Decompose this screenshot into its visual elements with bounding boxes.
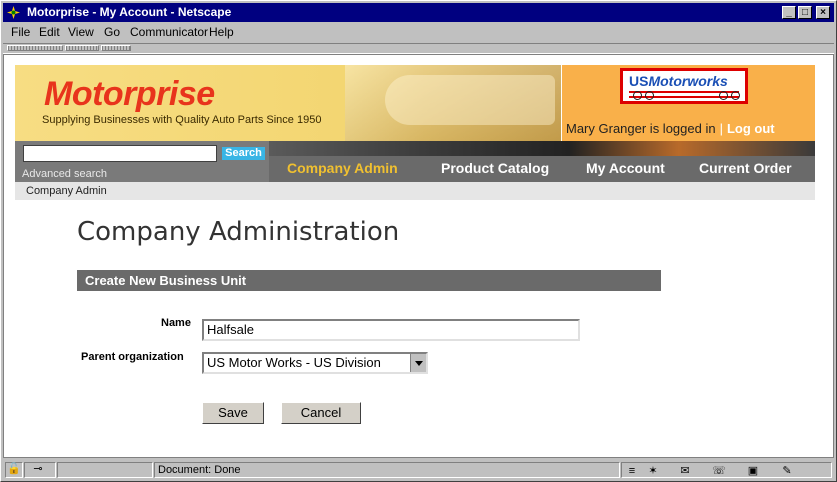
partner-logo: USMotorworks [620,68,748,104]
navigation-toolbar-grip[interactable] [7,45,63,51]
search-panel: Search Advanced search [15,141,269,182]
menu-view[interactable]: View [68,25,94,39]
account-banner: USMotorworks Mary Granger is logged in | L… [562,65,815,141]
progress-box [57,462,153,478]
save-button[interactable]: Save [202,402,264,424]
search-input[interactable] [23,145,217,162]
status-text-box: Document: Done [154,462,620,478]
parent-organization-label: Parent organization [81,351,184,363]
wheel-icon [645,91,654,100]
brand-banner: Motorprise Supplying Businesses with Qua… [15,65,561,141]
lock-icon: 🔓 [7,463,21,475]
netscape-icon [6,5,21,20]
nav-photo-strip [269,141,815,156]
section-header: Create New Business Unit [77,270,661,291]
wheel-icon [633,91,642,100]
plug-icon: ⊸ [33,463,43,475]
location-toolbar-grip[interactable] [65,45,99,51]
partner-logo-text: USMotorworks [629,73,728,89]
nav-current-order[interactable]: Current Order [699,160,792,176]
wheel-icon [719,91,728,100]
close-icon: × [820,7,826,18]
toolbar-grips [3,43,834,54]
navigator-icon[interactable]: ✶ [646,465,660,478]
site-header: Motorprise Supplying Businesses with Qua… [15,65,815,141]
nav-product-catalog[interactable]: Product Catalog [441,160,549,176]
menu-edit[interactable]: Edit [39,25,60,39]
window-title: Motorprise - My Account - Netscape [27,5,232,19]
page-title: Company Administration [77,217,400,247]
menu-bar: File Edit View Go Communicator Help [3,23,834,42]
menu-file[interactable]: File [11,25,30,39]
browser-window: Motorprise - My Account - Netscape _ □ ×… [0,0,837,482]
wheel-icon [731,91,740,100]
title-bar: Motorprise - My Account - Netscape _ □ × [3,3,834,22]
parent-organization-value: US Motor Works - US Division [207,355,381,370]
menu-communicator[interactable]: Communicator [130,25,208,39]
breadcrumb-company-admin[interactable]: Company Admin [26,185,107,197]
cancel-button[interactable]: Cancel [281,402,361,424]
section-title: Create New Business Unit [85,273,247,288]
main-nav: Company Admin Product Catalog My Account… [269,141,815,182]
breadcrumb: Company Admin [15,182,815,200]
partner-logo-us: US [629,73,649,89]
address-book-icon[interactable]: ▣ [746,465,760,478]
nav-company-admin[interactable]: Company Admin [287,160,398,176]
logout-link[interactable]: Log out [727,121,775,136]
chevron-down-icon[interactable] [410,354,426,372]
brand-logo[interactable]: Motorprise [44,75,215,114]
name-label: Name [161,317,191,329]
minimize-icon: _ [786,7,792,18]
component-bar: ≡ ✶ ✉ ☏ ▣ ✎ [621,462,832,478]
menu-go[interactable]: Go [104,25,120,39]
status-text: Document: Done [158,464,241,476]
status-bar: 🔓 ⊸ Document: Done ≡ ✶ ✉ ☏ ▣ ✎ [3,461,834,480]
user-status: Mary Granger is logged in [566,121,716,136]
navigation-row: Search Advanced search Company Admin Pro… [15,141,815,182]
mailbox-icon[interactable]: ✉ [678,465,692,478]
maximize-icon: □ [801,7,809,18]
minimize-button[interactable]: _ [782,6,796,19]
login-status: Mary Granger is logged in | Log out [566,121,775,136]
partner-logo-motorworks: Motorworks [648,73,728,89]
status-separator: | [719,121,723,136]
car-photo [345,65,561,141]
search-button[interactable]: Search [222,147,265,160]
close-button[interactable]: × [816,6,830,19]
connection-box: ⊸ [24,462,56,478]
security-box[interactable]: 🔓 [5,462,23,478]
nav-my-account[interactable]: My Account [586,160,665,176]
page-content: Motorprise Supplying Businesses with Qua… [3,54,834,458]
name-field[interactable]: Halfsale [202,319,580,341]
brand-tagline: Supplying Businesses with Quality Auto P… [42,114,322,126]
menu-help[interactable]: Help [209,25,234,39]
composer-icon[interactable]: ✎ [780,465,794,478]
maximize-button[interactable]: □ [798,6,812,19]
parent-organization-select[interactable]: US Motor Works - US Division [202,352,428,374]
advanced-search-link[interactable]: Advanced search [22,168,107,180]
grip-icon: ≡ [628,465,636,477]
personal-toolbar-grip[interactable] [101,45,131,51]
discussions-icon[interactable]: ☏ [712,465,726,478]
